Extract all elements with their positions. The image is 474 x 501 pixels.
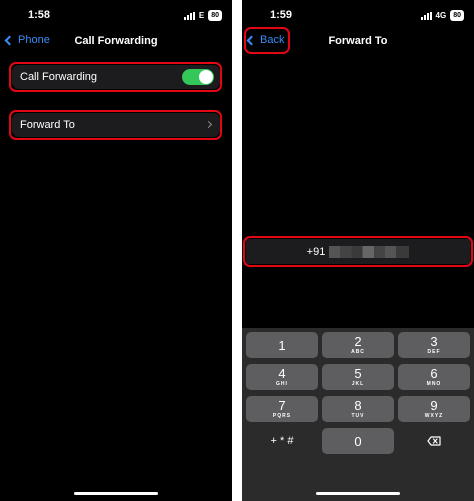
status-time: 1:58 xyxy=(28,9,51,21)
key-9[interactable]: 9 WXYZ xyxy=(398,396,470,422)
home-indicator[interactable] xyxy=(316,492,400,495)
forward-to-screen: 1:59 4G 80 Back Forward To +91 1 2 ABC 3… xyxy=(242,0,474,501)
status-bar: 1:58 E 80 xyxy=(0,0,232,30)
key-7[interactable]: 7 PQRS xyxy=(246,396,318,422)
highlight-box xyxy=(243,236,473,267)
key-3[interactable]: 3 DEF xyxy=(398,332,470,358)
highlight-box xyxy=(244,27,290,54)
signal-icon xyxy=(420,11,432,20)
battery-icon: 80 xyxy=(450,10,464,21)
network-type: 4G xyxy=(435,11,447,20)
key-4[interactable]: 4 GHI xyxy=(246,364,318,390)
status-time: 1:59 xyxy=(270,9,293,21)
backspace-icon xyxy=(427,436,441,446)
key-5[interactable]: 5 JKL xyxy=(322,364,394,390)
key-2[interactable]: 2 ABC xyxy=(322,332,394,358)
key-0[interactable]: 0 xyxy=(322,428,394,454)
key-1[interactable]: 1 xyxy=(246,332,318,358)
nav-bar: Phone Call Forwarding xyxy=(0,30,232,54)
key-8[interactable]: 8 TUV xyxy=(322,396,394,422)
status-bar: 1:59 4G 80 xyxy=(242,0,474,30)
page-title: Call Forwarding xyxy=(74,35,158,47)
signal-icon xyxy=(183,11,195,20)
highlight-box xyxy=(9,62,222,92)
home-indicator[interactable] xyxy=(74,492,158,495)
network-type: E xyxy=(198,11,205,20)
highlight-box xyxy=(9,110,222,140)
call-forwarding-screen: 1:58 E 80 Phone Call Forwarding Call For… xyxy=(0,0,232,501)
delete-button[interactable] xyxy=(398,428,470,454)
battery-icon: 80 xyxy=(208,10,222,21)
key-6[interactable]: 6 MNO xyxy=(398,364,470,390)
symbols-key[interactable]: + * # xyxy=(246,428,318,454)
keypad: 1 2 ABC 3 DEF 4 GHI 5 JKL 6 MNO 7 PQRS 8… xyxy=(242,328,474,501)
